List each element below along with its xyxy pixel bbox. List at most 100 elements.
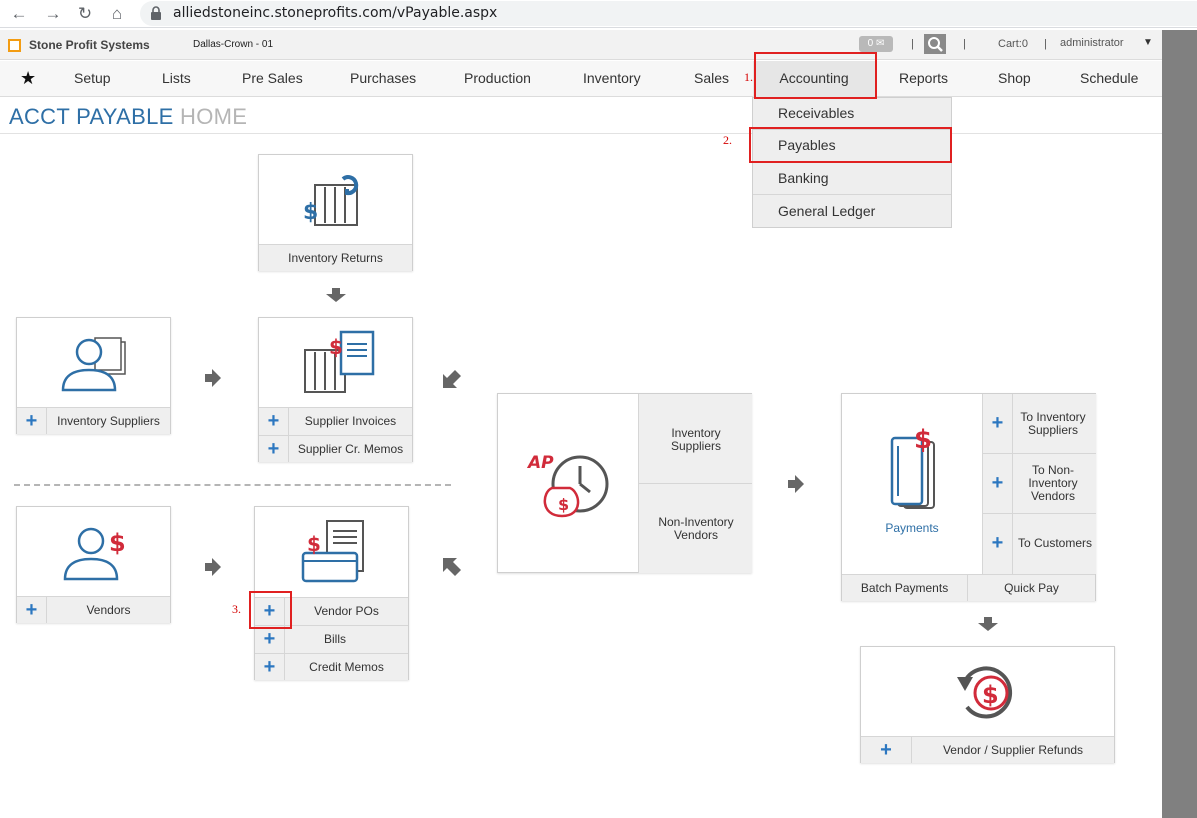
separator: |	[1044, 38, 1047, 50]
supplier-cr-memos-label[interactable]: Supplier Cr. Memos	[289, 436, 412, 462]
nav-sales[interactable]: Sales	[694, 61, 729, 97]
home-icon[interactable]: ⌂	[106, 3, 128, 25]
inventory-returns-card[interactable]: $ Inventory Returns	[258, 154, 413, 271]
arrow-right-icon	[788, 475, 804, 493]
vendor-person-icon: $	[63, 527, 126, 581]
vendor-pos-label[interactable]: Vendor POs	[285, 598, 408, 625]
to-customers-label[interactable]: To Customers	[1015, 537, 1095, 550]
vendors-label[interactable]: Vendors	[47, 597, 170, 623]
add-payment-customers-button[interactable]: +	[983, 514, 1013, 574]
menu-item-general-ledger[interactable]: General Ledger	[753, 196, 951, 228]
nav-reports[interactable]: Reports	[899, 61, 948, 97]
to-inventory-suppliers-cell[interactable]: + To Inventory Suppliers	[982, 394, 1096, 454]
ap-non-inventory-vendors-label[interactable]: Non-Inventory Vendors	[653, 516, 739, 542]
browser-toolbar: ← → ↻ ⌂ alliedstoneinc.stoneprofits.com/…	[0, 0, 1197, 28]
add-payment-non-inventory-vendors-button[interactable]: +	[983, 454, 1013, 513]
menu-item-banking[interactable]: Banking	[753, 163, 951, 195]
add-vendor-button[interactable]: +	[17, 597, 47, 623]
branch-selector[interactable]: Dallas-Crown - 01	[193, 39, 273, 50]
add-payment-inventory-suppliers-button[interactable]: +	[983, 394, 1013, 453]
credit-memos-label[interactable]: Credit Memos	[285, 654, 408, 680]
page-title: ACCT PAYABLE HOME	[9, 104, 247, 130]
main-nav: ★ Setup Lists Pre Sales Purchases Produc…	[0, 61, 1162, 97]
reload-icon[interactable]: ↻	[74, 3, 96, 25]
user-menu[interactable]: administrator	[1060, 37, 1124, 49]
svg-text:$: $	[307, 532, 321, 556]
search-button[interactable]	[924, 34, 946, 54]
messages-count: 0	[867, 38, 874, 49]
nav-shop[interactable]: Shop	[998, 61, 1031, 97]
address-bar[interactable]: alliedstoneinc.stoneprofits.com/vPayable…	[140, 1, 1197, 26]
messages-badge[interactable]: 0 ✉	[859, 36, 893, 52]
annotation-step-3: 3.	[232, 602, 241, 616]
page-title-main: ACCT PAYABLE	[9, 104, 174, 129]
bills-label[interactable]: Bills	[285, 626, 385, 653]
card-footer: Batch Payments Quick Pay	[842, 574, 1095, 601]
cart-link[interactable]: Cart:0	[998, 38, 1028, 50]
add-supplier-cr-memo-button[interactable]: +	[259, 436, 289, 462]
payments-card[interactable]: $ Payments + To Inventory Suppliers + To…	[841, 393, 1096, 601]
card-footer: + Vendor / Supplier Refunds	[861, 736, 1114, 763]
card-footer: + Credit Memos	[255, 653, 408, 680]
refund-cycle-icon: $	[957, 666, 1013, 719]
svg-text:$: $	[914, 425, 932, 455]
add-credit-memo-button[interactable]: +	[255, 654, 285, 680]
svg-text:AP: AP	[526, 453, 554, 473]
forward-arrow-icon[interactable]: →	[42, 3, 64, 25]
svg-text:$: $	[558, 495, 569, 514]
nav-inventory[interactable]: Inventory	[583, 61, 641, 97]
to-inventory-suppliers-label[interactable]: To Inventory Suppliers	[1015, 411, 1091, 437]
highlight-payables	[749, 127, 952, 163]
card-footer: + Vendors	[17, 596, 170, 623]
nav-schedule[interactable]: Schedule	[1080, 61, 1138, 97]
inventory-suppliers-card[interactable]: + Inventory Suppliers	[16, 317, 171, 434]
supplier-invoices-card[interactable]: $ + Supplier Invoices + Supplier Cr. Mem…	[258, 317, 413, 462]
svg-text:$: $	[303, 200, 318, 225]
divider	[14, 484, 451, 486]
lock-icon	[151, 6, 161, 20]
nav-production[interactable]: Production	[464, 61, 531, 97]
supplier-invoices-label[interactable]: Supplier Invoices	[289, 408, 412, 435]
to-customers-cell[interactable]: + To Customers	[982, 514, 1096, 574]
svg-text:$: $	[982, 681, 999, 709]
to-non-inventory-vendors-label[interactable]: To Non-Inventory Vendors	[1021, 464, 1085, 503]
to-non-inventory-vendors-cell[interactable]: + To Non-Inventory Vendors	[982, 454, 1096, 514]
arrow-diagonal-icon	[443, 558, 461, 576]
nav-lists[interactable]: Lists	[162, 61, 191, 97]
ap-inventory-suppliers-cell[interactable]: Inventory Suppliers	[638, 394, 752, 484]
inventory-returns-label[interactable]: Inventory Returns	[259, 245, 412, 271]
ap-non-inventory-vendors-cell[interactable]: Non-Inventory Vendors	[638, 484, 752, 573]
svg-text:$: $	[109, 529, 126, 557]
scrollbar-area	[1162, 30, 1197, 818]
star-icon[interactable]: ★	[20, 68, 36, 89]
add-refund-button[interactable]: +	[861, 737, 912, 763]
menu-item-receivables[interactable]: Receivables	[753, 98, 951, 130]
batch-payments-link[interactable]: Batch Payments	[842, 575, 968, 601]
ap-summary-card: $ AP Inventory Suppliers Non-Inventory V…	[497, 393, 752, 573]
vendors-card[interactable]: $ + Vendors	[16, 506, 171, 623]
annotation-step-2: 2.	[723, 133, 732, 147]
refunds-card[interactable]: $ + Vendor / Supplier Refunds	[860, 646, 1115, 763]
quick-pay-link[interactable]: Quick Pay	[968, 575, 1095, 601]
card-footer: + Bills	[255, 625, 408, 653]
chevron-down-icon[interactable]: ▼	[1143, 37, 1153, 48]
app-header: Stone Profit Systems Dallas-Crown - 01 0…	[0, 30, 1162, 60]
add-bill-button[interactable]: +	[255, 626, 285, 653]
svg-text:$: $	[329, 335, 343, 359]
refunds-label[interactable]: Vendor / Supplier Refunds	[912, 737, 1114, 763]
payments-label[interactable]: Payments	[862, 521, 962, 535]
arrow-diagonal-icon	[443, 370, 461, 388]
inventory-suppliers-label[interactable]: Inventory Suppliers	[47, 408, 170, 434]
add-supplier-invoice-button[interactable]: +	[259, 408, 289, 435]
separator: |	[963, 38, 966, 50]
back-arrow-icon[interactable]: ←	[8, 3, 30, 25]
arrow-right-icon	[205, 558, 221, 576]
highlight-vendor-po-add	[249, 591, 292, 629]
nav-purchases[interactable]: Purchases	[350, 61, 416, 97]
ap-inventory-suppliers-label[interactable]: Inventory Suppliers	[653, 427, 739, 453]
divider	[0, 133, 1162, 134]
add-inventory-supplier-button[interactable]: +	[17, 408, 47, 434]
nav-setup[interactable]: Setup	[74, 61, 111, 97]
nav-pre-sales[interactable]: Pre Sales	[242, 61, 303, 97]
logo-icon	[8, 39, 21, 52]
